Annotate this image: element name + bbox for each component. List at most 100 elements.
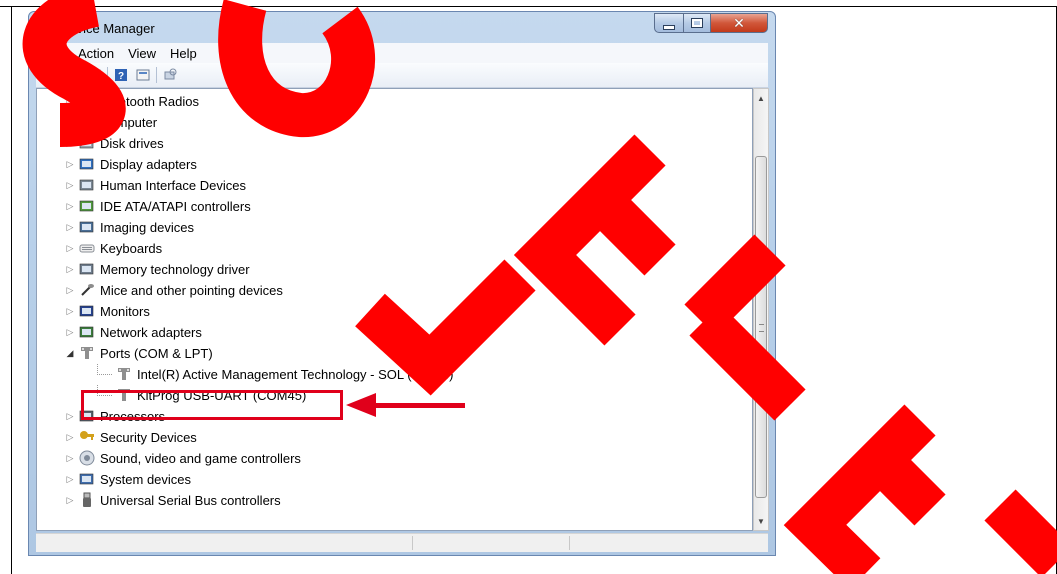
watermark-letter-e2-top bbox=[984, 489, 1057, 574]
device-manager-icon bbox=[37, 21, 55, 36]
expand-arrow-icon[interactable]: ▷ bbox=[65, 201, 75, 212]
scroll-down-icon[interactable]: ▼ bbox=[754, 513, 768, 529]
scroll-up-icon[interactable]: ▲ bbox=[754, 90, 768, 106]
tree-item-label: Computer bbox=[100, 114, 158, 130]
tree-item-label: Display adapters bbox=[100, 156, 197, 172]
expand-arrow-icon[interactable]: ▷ bbox=[65, 96, 75, 107]
minimize-button[interactable] bbox=[654, 13, 684, 33]
expand-arrow-icon[interactable]: ▷ bbox=[65, 117, 75, 128]
toolbar-separator bbox=[107, 67, 108, 83]
tree-child-item[interactable]: Intel(R) Active Management Technology - … bbox=[97, 363, 454, 384]
tree-item-label: Memory technology driver bbox=[100, 261, 250, 277]
tree-item-label: Disk drives bbox=[100, 135, 164, 151]
tree-item-label: Sound, video and game controllers bbox=[100, 450, 301, 466]
expand-arrow-icon[interactable]: ▷ bbox=[65, 474, 75, 485]
help-icon[interactable]: ? bbox=[112, 67, 130, 83]
expand-arrow-icon[interactable]: ▷ bbox=[65, 306, 75, 317]
svg-text:?: ? bbox=[118, 71, 124, 82]
computer-icon bbox=[79, 114, 95, 130]
tree-category-item[interactable]: ▷ Disk drives bbox=[65, 133, 164, 153]
network-adapter-icon bbox=[79, 324, 95, 340]
properties-icon[interactable] bbox=[85, 67, 103, 83]
tree-item-label: Keyboards bbox=[100, 240, 163, 256]
expand-arrow-icon[interactable]: ▷ bbox=[65, 180, 75, 191]
expand-arrow-icon[interactable]: ▷ bbox=[65, 411, 75, 422]
memory-icon bbox=[79, 261, 95, 277]
menu-bar: File Action View Help bbox=[36, 43, 768, 63]
device-tree[interactable]: ▷ Bluetooth Radios ▷ Computer ▷ Disk drives ▷ D… bbox=[36, 88, 753, 531]
show-hidden-icon[interactable] bbox=[134, 67, 152, 83]
tree-category-item[interactable]: ▷ System devices bbox=[65, 469, 192, 489]
maximize-icon bbox=[691, 18, 703, 28]
expand-arrow-icon[interactable]: ▷ bbox=[65, 222, 75, 233]
expand-arrow-icon[interactable]: ▷ bbox=[65, 327, 75, 338]
tree-item-label: Security Devices bbox=[100, 429, 197, 445]
security-device-icon bbox=[79, 429, 95, 445]
tree-category-item[interactable]: ▷ Computer bbox=[65, 112, 158, 132]
toolbar-separator bbox=[156, 67, 157, 83]
tree-item-label: Universal Serial Bus controllers bbox=[100, 492, 281, 508]
close-button[interactable]: ✕ bbox=[710, 13, 768, 33]
tree-category-item[interactable]: ▷ Human Interface Devices bbox=[65, 175, 246, 195]
collapse-arrow-icon[interactable]: ◢ bbox=[65, 348, 75, 359]
window-title: Device Manager bbox=[60, 21, 155, 36]
tree-category-item[interactable]: ▷ Bluetooth Radios bbox=[65, 91, 199, 111]
tree-category-item[interactable]: ▷ Universal Serial Bus controllers bbox=[65, 490, 281, 510]
menu-file[interactable]: File bbox=[36, 46, 71, 61]
expand-arrow-icon[interactable]: ▷ bbox=[65, 159, 75, 170]
ide-controller-icon bbox=[79, 198, 95, 214]
menu-view[interactable]: View bbox=[121, 46, 163, 61]
red-arrow-shaft bbox=[372, 403, 465, 408]
toolbar-separator bbox=[80, 67, 81, 83]
status-divider bbox=[412, 536, 413, 550]
expand-arrow-icon[interactable]: ▷ bbox=[65, 453, 75, 464]
maximize-button[interactable] bbox=[683, 13, 711, 33]
tree-item-label: Mice and other pointing devices bbox=[100, 282, 283, 298]
tree-item-label: IDE ATA/ATAPI controllers bbox=[100, 198, 251, 214]
tree-item-label: Ports (COM & LPT) bbox=[100, 345, 213, 361]
tree-category-item[interactable]: ▷ Mice and other pointing devices bbox=[65, 280, 283, 300]
system-device-icon bbox=[79, 471, 95, 487]
back-icon[interactable]: ⇦ bbox=[40, 67, 58, 83]
tree-item-label: Network adapters bbox=[100, 324, 202, 340]
tree-category-item[interactable]: ▷ Security Devices bbox=[65, 427, 197, 447]
port-icon bbox=[79, 345, 95, 361]
port-icon bbox=[116, 366, 132, 382]
display-adapter-icon bbox=[79, 156, 95, 172]
tree-item-label: System devices bbox=[100, 471, 192, 487]
tree-item-label: Bluetooth Radios bbox=[100, 93, 200, 109]
title-bar[interactable]: Device Manager ✕ bbox=[29, 12, 775, 42]
highlight-box bbox=[81, 390, 343, 420]
vertical-scrollbar[interactable]: ▲ ▼ bbox=[753, 88, 769, 531]
scan-hardware-icon[interactable] bbox=[161, 67, 179, 83]
disk-drive-icon bbox=[79, 135, 95, 151]
forward-icon[interactable]: ⇨ bbox=[58, 67, 76, 83]
watermark-letter-e2 bbox=[783, 404, 936, 574]
scrollbar-thumb[interactable] bbox=[755, 156, 767, 498]
tree-category-item[interactable]: ▷ Monitors bbox=[65, 301, 150, 321]
expand-arrow-icon[interactable]: ▷ bbox=[65, 264, 75, 275]
expand-arrow-icon[interactable]: ▷ bbox=[65, 432, 75, 443]
tree-category-item[interactable]: ▷ Network adapters bbox=[65, 322, 202, 342]
tree-category-item[interactable]: ▷ IDE ATA/ATAPI controllers bbox=[65, 196, 251, 216]
tree-category-item[interactable]: ▷ Sound, video and game controllers bbox=[65, 448, 301, 468]
tree-category-item[interactable]: ◢ Ports (COM & LPT) bbox=[65, 343, 213, 363]
status-bar bbox=[36, 533, 768, 552]
tree-connector bbox=[97, 363, 112, 375]
tree-category-item[interactable]: ▷ Display adapters bbox=[65, 154, 197, 174]
toolbar: ⇦ ⇨ ? bbox=[36, 63, 768, 88]
tree-item-label: Monitors bbox=[100, 303, 150, 319]
bluetooth-icon bbox=[79, 93, 95, 109]
expand-arrow-icon[interactable]: ▷ bbox=[65, 138, 75, 149]
menu-action[interactable]: Action bbox=[71, 46, 121, 61]
tree-category-item[interactable]: ▷ Imaging devices bbox=[65, 217, 194, 237]
tree-category-item[interactable]: ▷ Memory technology driver bbox=[65, 259, 250, 279]
expand-arrow-icon[interactable]: ▷ bbox=[65, 285, 75, 296]
sound-icon bbox=[79, 450, 95, 466]
tree-item-label: Intel(R) Active Management Technology - … bbox=[137, 366, 454, 382]
expand-arrow-icon[interactable]: ▷ bbox=[65, 243, 75, 254]
document-border-top bbox=[0, 6, 1057, 7]
tree-category-item[interactable]: ▷ Keyboards bbox=[65, 238, 163, 258]
menu-help[interactable]: Help bbox=[163, 46, 204, 61]
expand-arrow-icon[interactable]: ▷ bbox=[65, 495, 75, 506]
